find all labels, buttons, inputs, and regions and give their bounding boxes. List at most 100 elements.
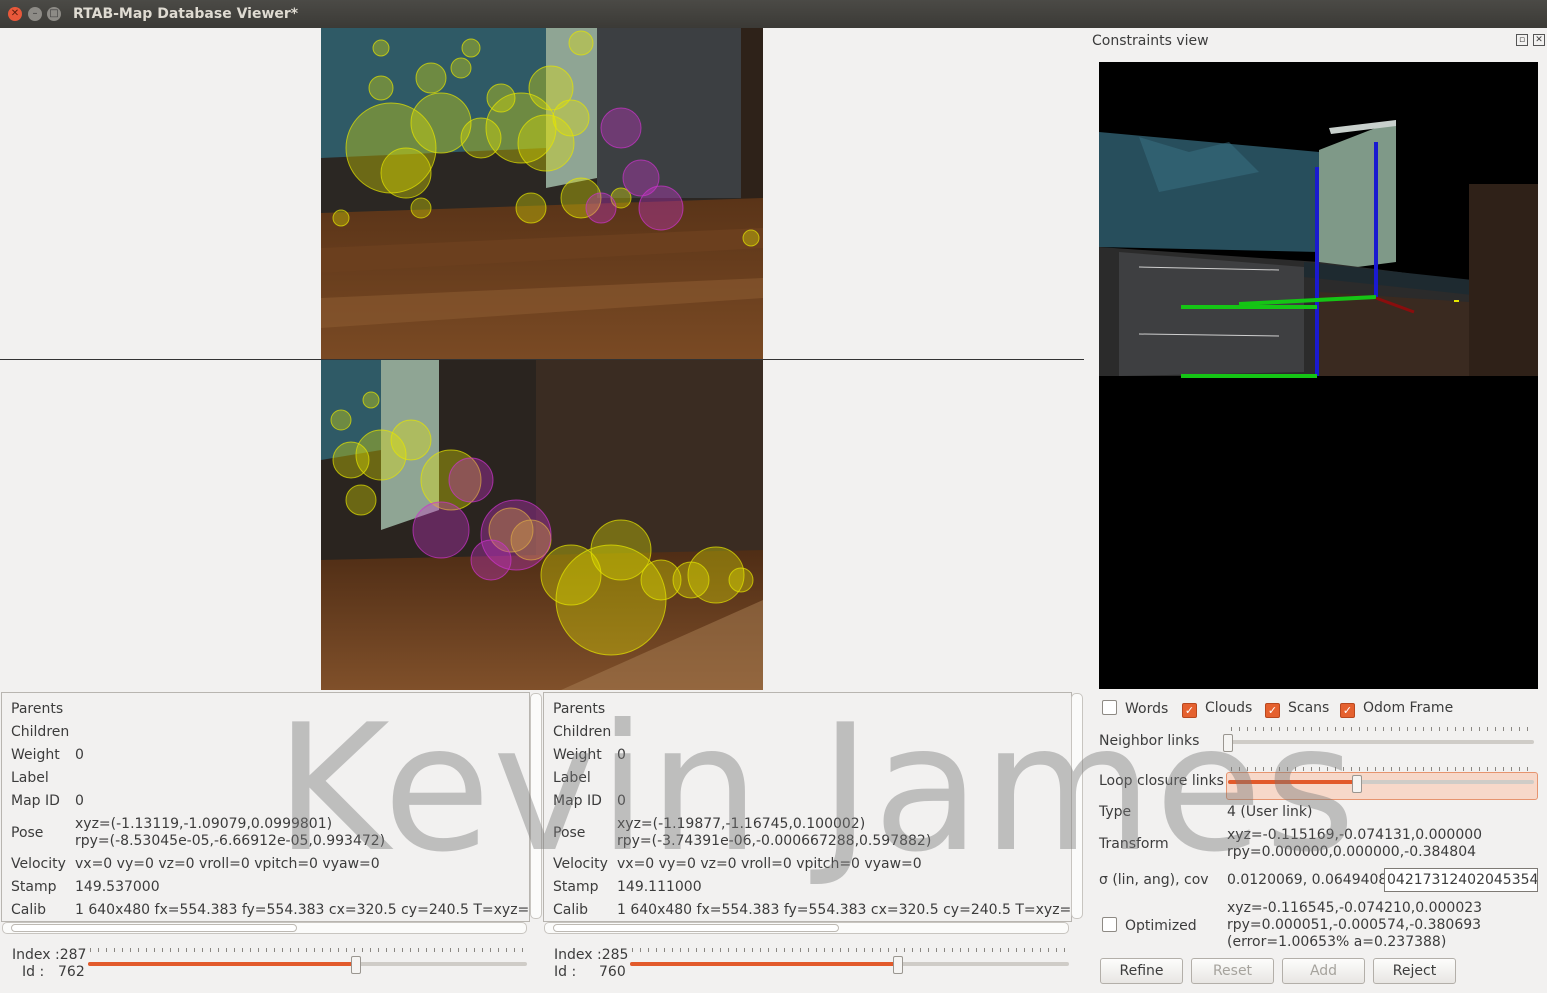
map-id-value: 0	[617, 793, 626, 809]
parents-label: Parents	[11, 701, 64, 717]
feature-keypoint	[585, 192, 617, 224]
feature-keypoint	[568, 30, 594, 56]
refine-button[interactable]: Refine	[1100, 958, 1183, 984]
feature-keypoint	[728, 567, 754, 593]
scans-checkbox[interactable]: ✓ Scans	[1265, 700, 1329, 718]
image-view-top[interactable]	[0, 28, 1084, 360]
node-info-left: Parents Children Weight 0 Label Map ID 0 P…	[1, 692, 530, 922]
right-id-label: Id :	[554, 964, 577, 980]
optimized-error-value: (error=1.00653% a=0.237388)	[1227, 934, 1447, 950]
right-id-value: 760	[599, 964, 626, 980]
children-label: Children	[553, 724, 612, 740]
feature-keypoint	[415, 62, 447, 94]
parents-label: Parents	[553, 701, 606, 717]
feature-keypoint	[345, 484, 377, 516]
covariance-field[interactable]: 04217312402045354]	[1384, 868, 1538, 892]
left-index-slider[interactable]	[88, 962, 527, 966]
feature-keypoint	[362, 391, 380, 409]
camera-image-top	[321, 28, 763, 359]
left-info-vertical-scrollbar[interactable]	[530, 693, 542, 919]
window-close-icon[interactable]: ✕	[8, 7, 22, 21]
left-info-horizontal-scrollbar[interactable]	[2, 922, 527, 934]
camera-image-bottom	[321, 360, 763, 690]
feature-keypoint	[528, 65, 574, 111]
neighbor-slider-ticks	[1231, 727, 1531, 731]
feature-keypoint	[450, 57, 472, 79]
sigma-label: σ (lin, ang), cov	[1099, 872, 1209, 888]
velocity-value: vx=0 vy=0 vz=0 vroll=0 vpitch=0 vyaw=0	[75, 856, 380, 872]
feature-keypoint	[600, 107, 642, 149]
loop-closure-links-label: Loop closure links	[1099, 773, 1224, 789]
feature-keypoint	[332, 209, 350, 227]
optimized-label: Optimized	[1125, 918, 1197, 934]
checkbox-icon[interactable]: ✓	[1182, 703, 1197, 718]
checkbox-icon[interactable]	[1102, 917, 1117, 932]
transform-rpy-value: rpy=0.000000,0.000000,-0.384804	[1227, 844, 1477, 860]
scans-label: Scans	[1288, 700, 1330, 716]
transform-xyz-value: xyz=-0.115169,-0.074131,0.000000	[1227, 827, 1483, 843]
neighbor-links-slider[interactable]	[1228, 740, 1534, 744]
dock-float-icon[interactable]: ▫	[1516, 34, 1528, 46]
feature-keypoint	[515, 192, 547, 224]
window-minimize-icon[interactable]: –	[28, 7, 42, 21]
clouds-label: Clouds	[1205, 700, 1253, 716]
calib-label: Calib	[553, 902, 589, 918]
node-info-right: Parents Children Weight 0 Label Map ID 0 P…	[543, 692, 1072, 922]
velocity-value: vx=0 vy=0 vz=0 vroll=0 vpitch=0 vyaw=0	[617, 856, 922, 872]
reject-button[interactable]: Reject	[1373, 958, 1456, 984]
pose-label: Pose	[553, 825, 586, 841]
window-maximize-icon[interactable]: □	[47, 7, 61, 21]
right-scroll-thumb[interactable]	[553, 924, 839, 932]
transform-label: Transform	[1099, 836, 1169, 852]
window-title: RTAB-Map Database Viewer*	[73, 6, 299, 22]
left-index-label: Index :287	[12, 947, 87, 963]
right-index-slider[interactable]	[630, 962, 1069, 966]
image-view-bottom[interactable]	[0, 360, 1084, 690]
left-scroll-thumb[interactable]	[11, 924, 297, 932]
odom-frame-label: Odom Frame	[1363, 700, 1454, 716]
neighbor-links-slider-handle[interactable]	[1223, 734, 1233, 752]
velocity-label: Velocity	[553, 856, 608, 872]
constraints-view-title: Constraints view	[1092, 33, 1209, 49]
loop-closure-slider-handle[interactable]	[1351, 775, 1362, 793]
constraints-3d-view[interactable]	[1099, 62, 1538, 689]
calib-value: 1 640x480 fx=554.383 fy=554.383 cx=320.5…	[75, 902, 530, 918]
pose-xyz-value: xyz=(-1.19877,-1.16745,0.100002)	[617, 816, 866, 832]
checkbox-icon[interactable]: ✓	[1265, 703, 1280, 718]
dock-close-icon[interactable]: ✕	[1533, 34, 1545, 46]
right-index-slider-handle[interactable]	[892, 956, 903, 974]
left-slider-ticks	[90, 948, 527, 952]
children-label: Children	[11, 724, 70, 740]
words-checkbox[interactable]: Words	[1102, 700, 1168, 717]
loop-closure-links-slider[interactable]	[1228, 780, 1534, 784]
checkbox-icon[interactable]	[1102, 700, 1117, 715]
label-label: Label	[553, 770, 591, 786]
pose-rpy-value: rpy=(-8.53045e-05,-6.66912e-05,0.993472)	[75, 833, 386, 849]
optimized-checkbox[interactable]: Optimized	[1102, 917, 1197, 934]
calib-label: Calib	[11, 902, 47, 918]
loop-closure-slider-focus	[1226, 772, 1538, 800]
window-titlebar: ✕ – □ RTAB-Map Database Viewer*	[0, 0, 1547, 28]
neighbor-links-label: Neighbor links	[1099, 733, 1200, 749]
feature-keypoint	[461, 38, 481, 58]
odom-frame-checkbox[interactable]: ✓ Odom Frame	[1340, 700, 1453, 718]
words-label: Words	[1125, 701, 1169, 717]
stamp-value: 149.537000	[75, 879, 160, 895]
pose-rpy-value: rpy=(-3.74391e-06,-0.000667288,0.597882)	[617, 833, 932, 849]
add-button[interactable]: Add	[1282, 958, 1365, 984]
feature-keypoint	[412, 501, 470, 559]
reset-button[interactable]: Reset	[1191, 958, 1274, 984]
feature-keypoint	[368, 75, 394, 101]
left-index-slider-handle[interactable]	[350, 956, 361, 974]
weight-value: 0	[75, 747, 84, 763]
stamp-label: Stamp	[11, 879, 57, 895]
type-value: 4 (User link)	[1227, 804, 1313, 820]
right-info-vertical-scrollbar[interactable]	[1071, 693, 1083, 919]
left-id-value: 762	[58, 964, 85, 980]
right-index-label: Index :285	[554, 947, 629, 963]
left-id-label: Id :	[22, 964, 45, 980]
right-info-horizontal-scrollbar[interactable]	[544, 922, 1069, 934]
clouds-checkbox[interactable]: ✓ Clouds	[1182, 700, 1252, 718]
checkbox-icon[interactable]: ✓	[1340, 703, 1355, 718]
label-label: Label	[11, 770, 49, 786]
